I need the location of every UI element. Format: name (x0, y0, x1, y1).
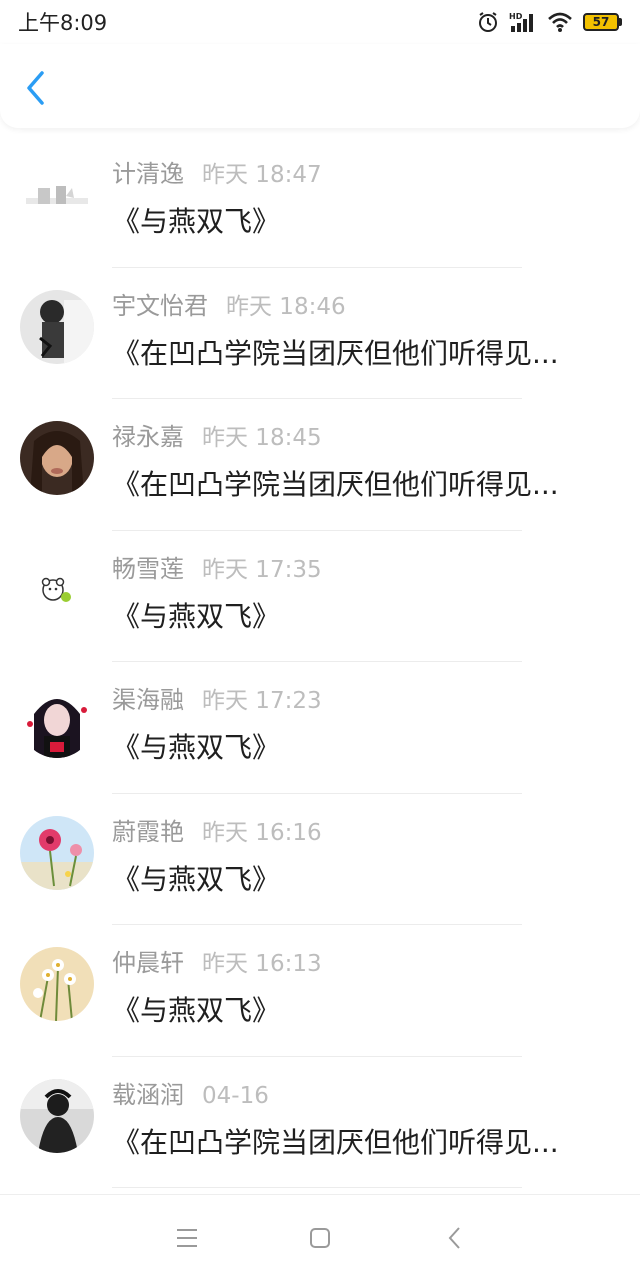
battery-icon: 57 (583, 13, 622, 31)
item-meta: 蔚霞艳 昨天 16:16 (112, 812, 322, 846)
message-text: 《与燕双飞》 (112, 862, 281, 896)
avatar[interactable] (20, 421, 94, 495)
item-meta: 渠海融 昨天 17:23 (112, 680, 322, 714)
item-meta: 计清逸 昨天 18:47 (112, 154, 322, 188)
avatar[interactable] (20, 1078, 94, 1153)
sender-name: 禄永嘉 (112, 423, 184, 451)
avatar[interactable] (20, 158, 94, 232)
list-item[interactable]: 载涵润 04-16 《在凹凸学院当团厌但他们听得见... (0, 1057, 640, 1188)
divider (112, 1187, 522, 1188)
battery-level: 57 (583, 13, 619, 31)
message-time: 昨天 18:47 (202, 162, 322, 188)
list-item[interactable]: 宇文怡君 昨天 18:46 《在凹凸学院当团厌但他们听得见... (0, 268, 640, 399)
sender-name: 载涵润 (112, 1080, 184, 1109)
list-item[interactable]: 计清逸 昨天 18:47 《与燕双飞》 (0, 136, 640, 268)
menu-icon (177, 1229, 197, 1247)
message-time: 04-16 (202, 1082, 269, 1109)
item-meta: 仲晨轩 昨天 16:13 (112, 943, 322, 977)
message-text: 《与燕双飞》 (112, 994, 281, 1027)
message-text: 《在凹凸学院当团厌但他们听得见... (112, 468, 559, 501)
message-time: 昨天 16:13 (202, 951, 322, 977)
message-time: 昨天 18:46 (226, 293, 346, 320)
message-time: 昨天 18:45 (202, 425, 322, 451)
hd-label: HD (509, 12, 523, 21)
item-meta: 载涵润 04-16 (112, 1075, 269, 1109)
sender-name: 蔚霞艳 (112, 817, 184, 846)
menu-button[interactable] (170, 1221, 204, 1255)
back-button[interactable] (16, 68, 56, 108)
back-nav-button[interactable] (438, 1221, 472, 1255)
sender-name: 宇文怡君 (112, 291, 208, 320)
list-item[interactable]: 蔚霞艳 昨天 16:16 《与燕双飞》 (0, 794, 640, 925)
status-time: 上午8:09 (18, 11, 108, 35)
screen: 上午8:09 HD 57 计清逸 昨天 18:47 《与燕双飞》 宇文怡君 昨天… (0, 0, 640, 1280)
message-text: 《在凹凸学院当团厌但他们听得见... (112, 336, 559, 370)
avatar[interactable] (20, 552, 94, 627)
home-square-icon (310, 1228, 330, 1248)
sender-name: 计清逸 (112, 160, 184, 188)
status-bar: 上午8:09 HD 57 (0, 0, 640, 44)
sender-name: 渠海融 (112, 686, 184, 714)
message-time: 昨天 17:23 (202, 688, 322, 714)
avatar[interactable] (20, 815, 94, 890)
system-nav-bar (0, 1194, 640, 1280)
signal-icon: HD (509, 11, 537, 33)
message-text: 《与燕双飞》 (112, 731, 281, 764)
back-triangle-icon (448, 1227, 460, 1249)
message-list: 计清逸 昨天 18:47 《与燕双飞》 宇文怡君 昨天 18:46 《在凹凸学院… (0, 136, 640, 1188)
avatar[interactable] (20, 289, 94, 364)
message-time: 昨天 17:35 (202, 556, 322, 583)
item-meta: 禄永嘉 昨天 18:45 (112, 417, 322, 451)
item-meta: 宇文怡君 昨天 18:46 (112, 286, 346, 320)
list-item[interactable]: 畅雪莲 昨天 17:35 《与燕双飞》 (0, 531, 640, 662)
sender-name: 仲晨轩 (112, 949, 184, 977)
item-meta: 畅雪莲 昨天 17:35 (112, 549, 322, 583)
message-text: 《在凹凸学院当团厌但他们听得见... (112, 1125, 559, 1159)
chevron-left-icon (27, 71, 44, 105)
list-item[interactable]: 禄永嘉 昨天 18:45 《在凹凸学院当团厌但他们听得见... (0, 399, 640, 531)
list-item[interactable]: 渠海融 昨天 17:23 《与燕双飞》 (0, 662, 640, 794)
status-icons: HD 57 (477, 11, 622, 33)
avatar[interactable] (20, 684, 94, 758)
message-text: 《与燕双飞》 (112, 599, 281, 633)
sender-name: 畅雪莲 (112, 554, 184, 583)
message-text: 《与燕双飞》 (112, 205, 281, 238)
wifi-icon (547, 11, 573, 33)
message-time: 昨天 16:16 (202, 819, 322, 846)
header-bar (0, 44, 640, 128)
home-button[interactable] (303, 1221, 337, 1255)
list-item[interactable]: 仲晨轩 昨天 16:13 《与燕双飞》 (0, 925, 640, 1057)
alarm-icon (477, 11, 499, 33)
avatar[interactable] (20, 947, 94, 1021)
